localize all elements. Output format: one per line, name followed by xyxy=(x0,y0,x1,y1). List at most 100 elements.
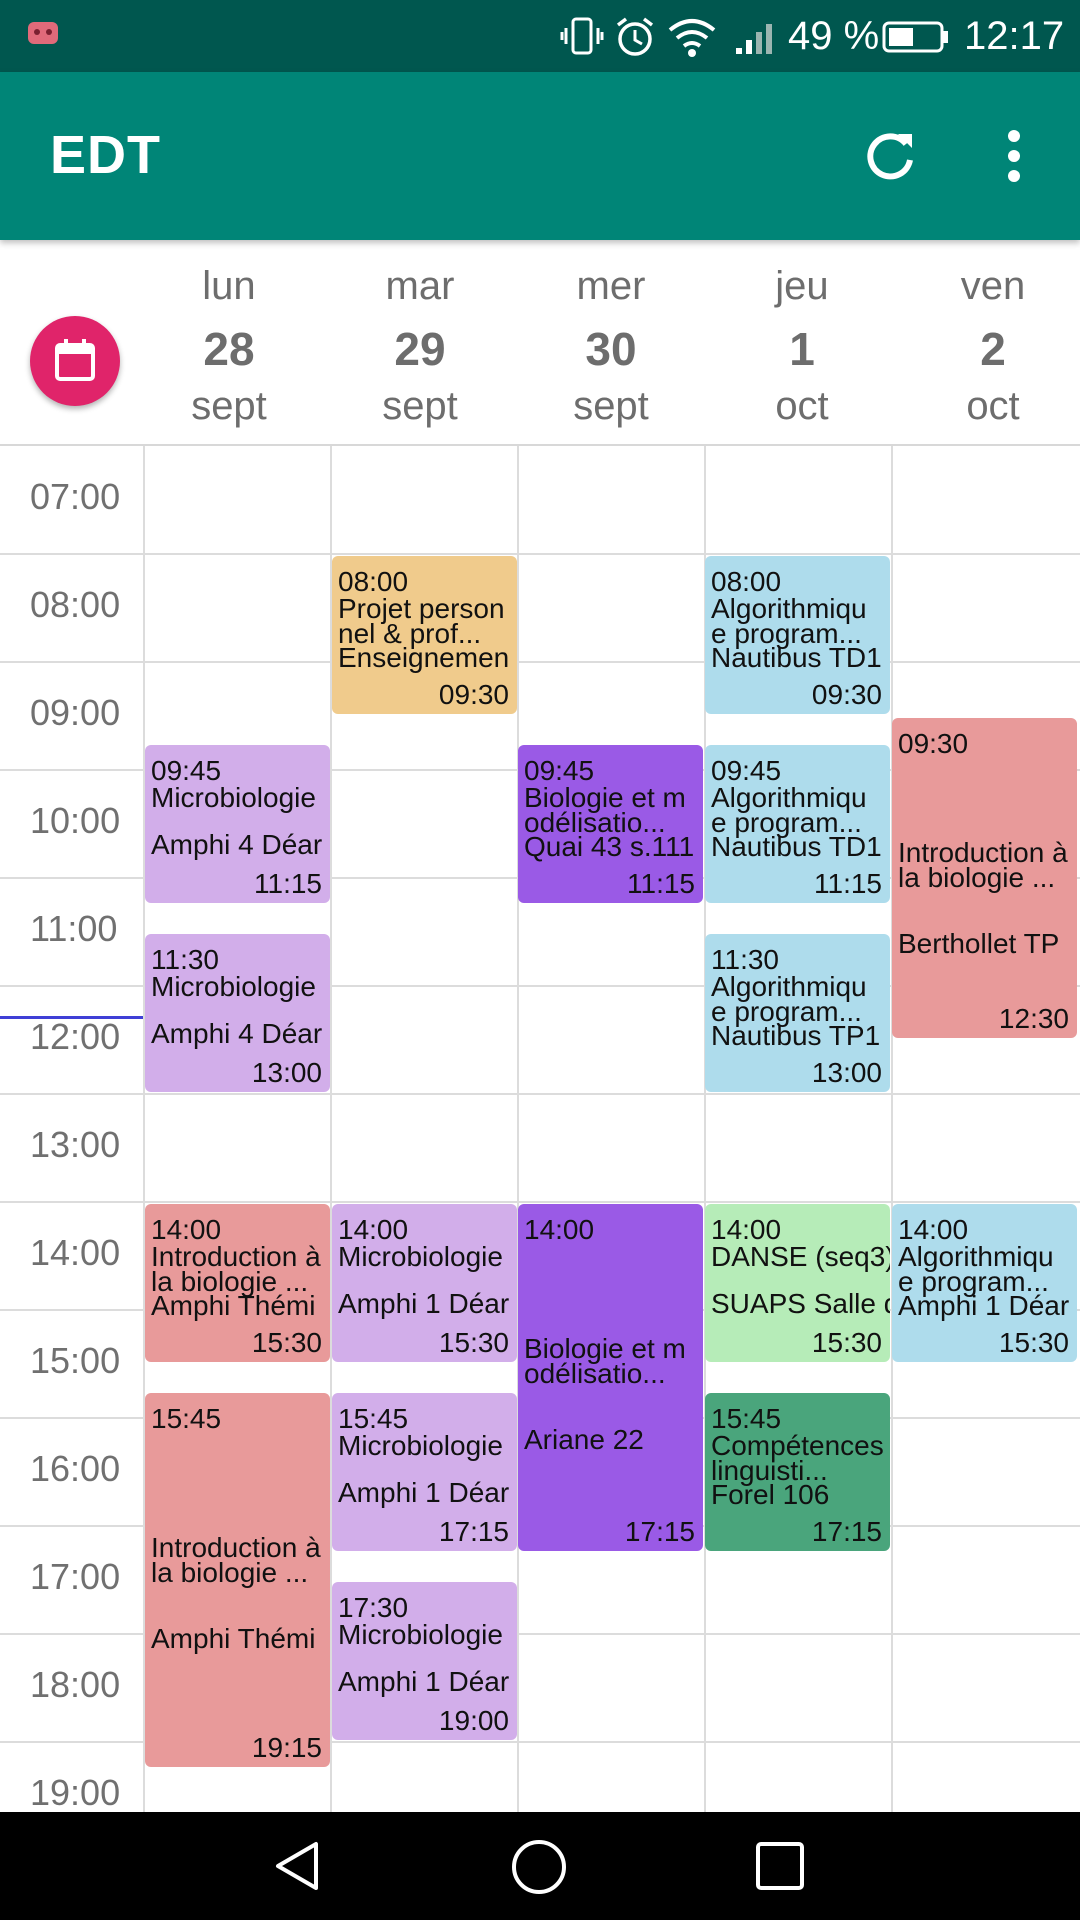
day-name: mer xyxy=(576,264,646,308)
event-card[interactable]: 11:30 Algorithmiqu e program... Nautibus T… xyxy=(705,934,890,1092)
day-column-header: mar 29 sept xyxy=(325,240,515,446)
event-end-time: 15:30 xyxy=(998,1327,1069,1358)
event-title: Introduction à la biologie ... xyxy=(898,837,1068,893)
event-end-time: 15:30 xyxy=(811,1327,882,1358)
event-start-time: 14:00 xyxy=(711,1214,782,1245)
event-end-time: 17:15 xyxy=(811,1516,882,1547)
event-end-time: 19:15 xyxy=(251,1732,322,1763)
day-month: sept xyxy=(191,384,267,428)
event-card[interactable]: 09:45 Microbiologie Amphi 4 Déar 11:15 xyxy=(145,745,330,903)
event-start-time: 14:00 xyxy=(898,1214,969,1245)
recents-icon[interactable] xyxy=(754,1840,806,1892)
event-title: Microbiologie xyxy=(338,1619,503,1650)
event-start-time: 09:45 xyxy=(524,755,595,786)
event-card[interactable]: 09:30 Introduction à la biologie ... Berth… xyxy=(892,718,1077,1038)
vibrate-icon xyxy=(560,16,604,56)
more-vert-icon[interactable] xyxy=(998,124,1030,188)
event-room: Amphi 4 Déar xyxy=(151,1018,323,1049)
event-title: Algorithmiqu e program... xyxy=(711,782,867,838)
event-room: Nautibus TD1 xyxy=(711,642,882,673)
event-card[interactable]: 14:00 Algorithmiqu e program... Amphi 1 Dé… xyxy=(892,1204,1077,1362)
event-room: Quai 43 s.111 xyxy=(524,831,695,862)
event-card[interactable]: 11:30 Microbiologie Amphi 4 Déar 13:00 xyxy=(145,934,330,1092)
event-title: Introduction à la biologie ... xyxy=(151,1532,321,1588)
day-month: oct xyxy=(775,384,829,428)
event-room: Forel 106 xyxy=(711,1479,830,1510)
event-room: Amphi 1 Déar xyxy=(338,1666,510,1697)
day-header: lun 28 sept mar 29 sept mer 30 sept jeu … xyxy=(0,240,1080,446)
event-title: Microbiologie xyxy=(151,782,316,813)
event-title: Algorithmiqu e program... xyxy=(711,971,867,1027)
calendar-button[interactable] xyxy=(30,316,120,406)
hour-label: 19:00 xyxy=(30,1772,121,1812)
event-card[interactable]: 17:30 Microbiologie Amphi 1 Déar 19:00 xyxy=(332,1582,517,1740)
navigation-bar xyxy=(0,1812,1080,1920)
status-time: 12:17 xyxy=(964,14,1065,58)
event-card[interactable]: 14:00 Microbiologie Amphi 1 Déar 15:30 xyxy=(332,1204,517,1362)
hour-label: 15:00 xyxy=(30,1340,121,1381)
home-icon[interactable] xyxy=(510,1838,568,1896)
event-card[interactable]: 08:00 Projet person nel & prof... Enseigne… xyxy=(332,556,517,714)
event-start-time: 14:00 xyxy=(151,1214,222,1245)
day-column-divider xyxy=(891,446,893,1812)
event-start-time: 15:45 xyxy=(711,1403,782,1434)
event-card[interactable]: 14:00 Biologie et m odélisatio... Ariane 2… xyxy=(518,1204,703,1551)
event-card[interactable]: 15:45 Compétences linguisti... Forel 106 17… xyxy=(705,1393,890,1551)
event-card[interactable]: 09:45 Algorithmiqu e program... Nautibus T… xyxy=(705,745,890,903)
event-start-time: 08:00 xyxy=(338,566,409,597)
wifi-icon xyxy=(666,16,718,58)
event-end-time: 17:15 xyxy=(624,1516,695,1547)
battery-icon xyxy=(882,20,950,54)
day-name: ven xyxy=(960,264,1026,308)
event-end-time: 17:15 xyxy=(438,1516,509,1547)
day-name: mar xyxy=(385,264,455,308)
hour-label: 09:00 xyxy=(30,692,121,733)
event-title: Microbiologie xyxy=(338,1430,503,1461)
day-month: sept xyxy=(573,384,649,428)
app-notification-icon xyxy=(26,18,60,48)
hour-label: 08:00 xyxy=(30,584,121,625)
event-title: Introduction à la biologie ... xyxy=(151,1241,321,1297)
event-title: DANSE (seq3) xyxy=(711,1241,890,1272)
day-name: lun xyxy=(202,264,256,308)
signal-icon xyxy=(734,20,778,56)
event-room: Enseignemen xyxy=(338,642,510,673)
schedule-grid[interactable]: 07:00 08:00 09:00 10:00 11:00 12:00 13:00 14:00… xyxy=(0,446,1080,1812)
event-room: Amphi Thémi xyxy=(151,1290,316,1321)
event-card[interactable]: 14:00 DANSE (seq3) SUAPS Salle d 15:30 xyxy=(705,1204,890,1362)
event-card[interactable]: 15:45 Microbiologie Amphi 1 Déar 17:15 xyxy=(332,1393,517,1551)
day-month: oct xyxy=(966,384,1020,428)
event-end-time: 13:00 xyxy=(811,1057,882,1088)
calendar-icon xyxy=(54,338,96,382)
event-room: Ariane 22 xyxy=(524,1424,644,1455)
event-room: Amphi 1 Déar xyxy=(338,1288,510,1319)
event-title: Compétences linguisti... xyxy=(711,1430,884,1486)
hour-gridline xyxy=(0,661,1080,663)
hour-label: 07:00 xyxy=(30,476,121,517)
event-start-time: 11:30 xyxy=(711,944,779,975)
event-end-time: 13:00 xyxy=(251,1057,322,1088)
hour-label: 11:00 xyxy=(30,908,118,949)
current-time-indicator xyxy=(0,1015,143,1019)
event-start-time: 15:45 xyxy=(151,1403,222,1434)
day-number: 1 xyxy=(789,323,815,375)
event-title: Projet person nel & prof... xyxy=(338,593,505,649)
event-room: Amphi Thémi xyxy=(151,1623,316,1654)
event-end-time: 12:30 xyxy=(998,1003,1069,1034)
event-card[interactable]: 15:45 Introduction à la biologie ... Amphi… xyxy=(145,1393,330,1767)
event-card[interactable]: 14:00 Introduction à la biologie ... Amphi… xyxy=(145,1204,330,1362)
hour-label: 10:00 xyxy=(30,800,121,841)
hour-label: 17:00 xyxy=(30,1556,121,1597)
day-column-header: mer 30 sept xyxy=(516,240,706,446)
day-name: jeu xyxy=(775,264,829,308)
event-card[interactable]: 09:45 Biologie et m odélisatio... Quai 43 … xyxy=(518,745,703,903)
event-start-time: 14:00 xyxy=(524,1214,595,1245)
back-icon[interactable] xyxy=(270,1838,326,1894)
event-end-time: 19:00 xyxy=(438,1705,509,1736)
event-end-time: 11:15 xyxy=(814,868,882,899)
refresh-icon[interactable] xyxy=(858,124,922,188)
battery-percent: 49 % xyxy=(788,14,880,58)
day-column-divider xyxy=(517,446,519,1812)
event-start-time: 09:45 xyxy=(711,755,782,786)
event-card[interactable]: 08:00 Algorithmiqu e program... Nautibus T… xyxy=(705,556,890,714)
